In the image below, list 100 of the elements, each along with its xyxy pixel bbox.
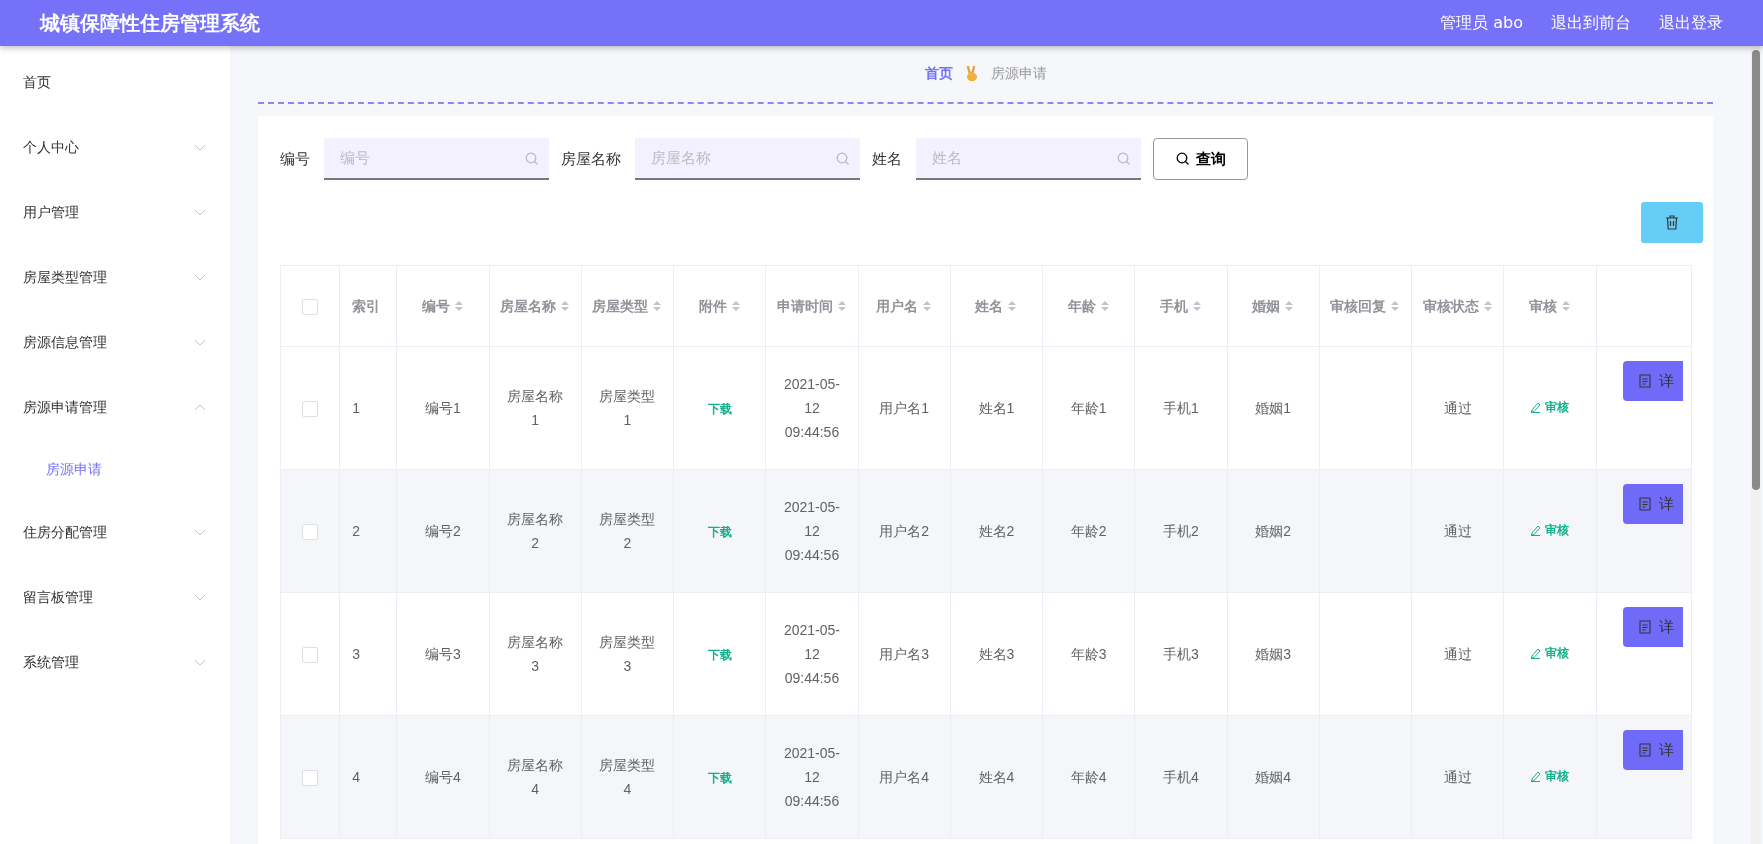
table-cell: 2021-05-12 09:44:56 xyxy=(783,622,840,686)
table-cell: 1 xyxy=(352,400,360,416)
sidebar-item[interactable]: 房源信息管理 xyxy=(0,310,230,375)
table-cell: 编号4 xyxy=(425,769,461,785)
details-button[interactable]: 详 xyxy=(1622,730,1683,770)
table-cell: 用户名1 xyxy=(879,400,930,416)
chevron-down-icon xyxy=(194,274,206,281)
sort-icon[interactable] xyxy=(730,299,741,313)
sort-icon[interactable] xyxy=(922,299,933,313)
table-cell: 房屋类型3 xyxy=(599,634,656,674)
sort-icon[interactable] xyxy=(560,299,571,313)
row-checkbox[interactable] xyxy=(302,401,319,418)
column-header: 姓名 xyxy=(975,297,1004,316)
column-header: 申请时间 xyxy=(776,297,833,316)
sidebar-item[interactable]: 房屋类型管理 xyxy=(0,245,230,310)
pencil-icon xyxy=(1530,524,1542,536)
column-header: 房屋类型 xyxy=(592,297,649,316)
details-button[interactable]: 详 xyxy=(1622,361,1683,401)
table-cell: 房屋名称3 xyxy=(507,634,564,674)
search-button[interactable]: 查询 xyxy=(1153,138,1248,180)
sort-icon[interactable] xyxy=(1007,299,1018,313)
sort-icon[interactable] xyxy=(652,299,663,313)
app-title: 城镇保障性住房管理系统 xyxy=(40,9,261,37)
audit-link[interactable]: 审核 xyxy=(1530,521,1570,539)
sidebar-item[interactable]: 留言板管理 xyxy=(0,565,230,630)
table-cell: 用户名3 xyxy=(879,646,930,662)
chevron-down-icon xyxy=(194,339,206,346)
download-link[interactable]: 下载 xyxy=(707,647,732,662)
table-cell: 年龄3 xyxy=(1070,646,1107,662)
row-checkbox[interactable] xyxy=(302,770,319,787)
table-cell: 手机2 xyxy=(1163,523,1199,539)
breadcrumb-item[interactable]: 首页 xyxy=(924,65,953,83)
document-icon xyxy=(1638,743,1651,757)
table-cell: 姓名2 xyxy=(978,523,1015,539)
sidebar-subitem[interactable]: 房源申请 xyxy=(0,440,230,500)
field-label: 编号 xyxy=(280,149,310,169)
details-button[interactable]: 详 xyxy=(1622,484,1683,524)
table-cell: 年龄2 xyxy=(1070,523,1107,539)
sidebar-item[interactable]: 个人中心 xyxy=(0,115,230,180)
audit-link[interactable]: 审核 xyxy=(1530,644,1570,662)
sort-icon[interactable] xyxy=(1191,299,1202,313)
table-cell: 手机1 xyxy=(1163,400,1199,416)
sidebar-item[interactable]: 住房分配管理 xyxy=(0,500,230,565)
scrollbar-thumb[interactable] xyxy=(1752,50,1760,490)
sort-icon[interactable] xyxy=(1390,299,1401,313)
pencil-icon xyxy=(1530,401,1542,413)
sidebar-item[interactable]: 首页 xyxy=(0,50,230,115)
chevron-down-icon xyxy=(194,594,206,601)
chevron-up-icon xyxy=(194,404,206,411)
chevron-down-icon xyxy=(194,209,206,216)
table-cell: 2021-05-12 09:44:56 xyxy=(783,376,840,440)
sort-icon[interactable] xyxy=(1099,299,1110,313)
chevron-down-icon xyxy=(194,529,206,536)
table-cell: 姓名1 xyxy=(978,400,1015,416)
table-cell: 房屋名称2 xyxy=(507,511,564,551)
table-cell: 房屋类型1 xyxy=(599,388,656,428)
sort-icon[interactable] xyxy=(1560,299,1571,313)
column-header: 用户名 xyxy=(876,297,919,316)
sort-icon[interactable] xyxy=(453,299,464,313)
download-link[interactable]: 下载 xyxy=(707,401,732,416)
search-field[interactable]: 编号 xyxy=(324,138,549,180)
header-link[interactable]: 退出登录 xyxy=(1659,12,1723,34)
table-cell: 3 xyxy=(352,646,360,662)
table-cell: 房屋类型4 xyxy=(599,757,656,797)
download-link[interactable]: 下载 xyxy=(707,770,732,785)
table-cell: 2021-05-12 09:44:56 xyxy=(783,499,840,563)
document-icon xyxy=(1638,497,1651,511)
sidebar-item[interactable]: 用户管理 xyxy=(0,180,230,245)
table-cell: 年龄4 xyxy=(1070,769,1107,785)
delete-button[interactable] xyxy=(1641,202,1703,243)
table-cell: 4 xyxy=(352,769,360,785)
row-checkbox[interactable] xyxy=(302,524,319,541)
field-label: 姓名 xyxy=(872,149,902,169)
search-field[interactable]: 房屋名称 xyxy=(635,138,860,180)
column-header: 附件 xyxy=(698,297,727,316)
document-icon xyxy=(1638,374,1651,388)
sort-icon[interactable] xyxy=(1482,299,1493,313)
column-header: 房屋名称 xyxy=(500,297,557,316)
audit-link[interactable]: 审核 xyxy=(1530,767,1570,785)
table-cell: 姓名3 xyxy=(978,646,1015,662)
column-header: 年龄 xyxy=(1067,297,1096,316)
table-cell: 婚姻1 xyxy=(1255,400,1292,416)
table-cell: 婚姻4 xyxy=(1255,769,1292,785)
column-header: 审核状态 xyxy=(1422,297,1479,316)
user-label: 管理员 abo xyxy=(1440,12,1523,34)
header-link[interactable]: 退出到前台 xyxy=(1551,12,1631,34)
sidebar-item[interactable]: 房源申请管理 xyxy=(0,375,230,440)
search-field[interactable]: 姓名 xyxy=(916,138,1141,180)
table-cell: 房屋名称4 xyxy=(507,757,564,797)
row-checkbox[interactable] xyxy=(302,647,319,664)
download-link[interactable]: 下载 xyxy=(707,524,732,539)
chevron-down-icon xyxy=(194,659,206,666)
details-button[interactable]: 详 xyxy=(1622,607,1683,647)
audit-link[interactable]: 审核 xyxy=(1530,398,1570,416)
select-all-checkbox[interactable] xyxy=(302,298,319,315)
document-icon xyxy=(1638,620,1651,634)
sort-icon[interactable] xyxy=(836,299,847,313)
sort-icon[interactable] xyxy=(1284,299,1295,313)
table-cell: 用户名4 xyxy=(879,769,930,785)
sidebar-item[interactable]: 系统管理 xyxy=(0,630,230,695)
